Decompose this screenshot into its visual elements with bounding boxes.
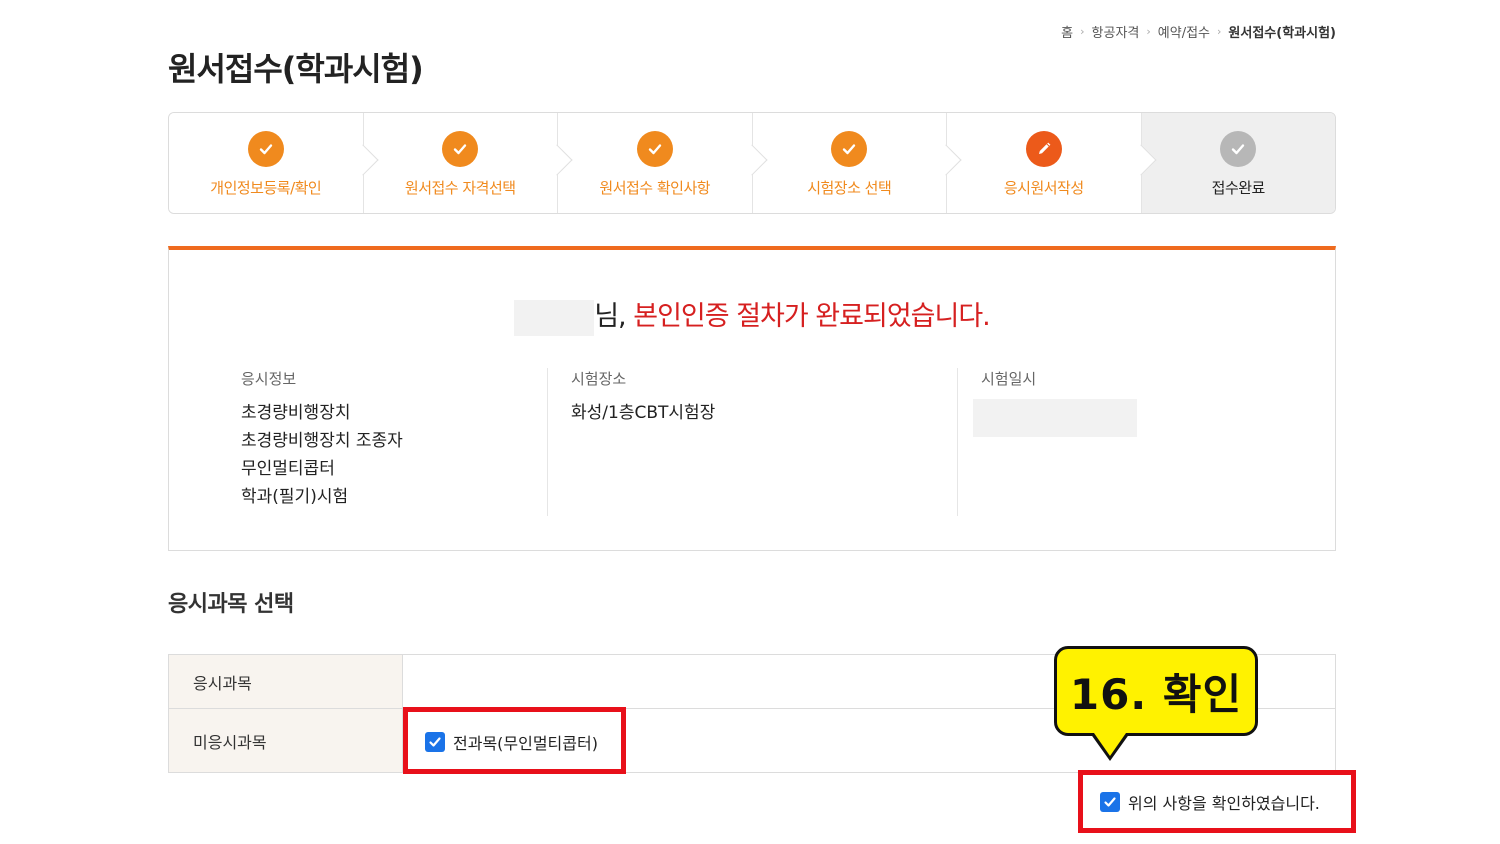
step-label: 시험장소 선택 [807,179,892,197]
masked-user-name [514,299,595,336]
pencil-icon [1025,131,1062,167]
check-icon [247,131,284,167]
exam-place-label: 시험장소 [571,370,627,388]
page-title: 원서접수(학과시험) [168,50,424,88]
check-icon [442,131,479,167]
breadcrumb-separator-icon: › [1146,25,1151,38]
breadcrumb-separator-icon: › [1217,25,1222,38]
subject-section-title: 응시과목 선택 [168,592,294,617]
exam-info-line: 초경량비행장치 조종자 [241,431,403,451]
highlight-agreement: 위의 사항을 확인하였습니다. [1078,770,1356,833]
check-icon [831,131,868,167]
check-icon [1220,131,1257,167]
not-taken-subject-option[interactable]: 전과목(무인멀티콥터) [425,730,598,754]
exam-place-value: 화성/1층CBT시험장 [571,403,716,423]
agreement-label: 위의 사항을 확인하였습니다. [1128,794,1320,813]
step-callout: 16. 확인 [1054,646,1258,736]
check-icon [636,131,673,167]
column-divider [547,368,548,516]
breadcrumb: 홈 › 항공자격 › 예약/접수 › 원서접수(학과시험) [1061,22,1336,41]
step-label: 원서접수 확인사항 [599,179,711,197]
exam-info-label: 응시정보 [241,370,297,388]
exam-info-line: 무인멀티콥터 [241,459,335,479]
exam-info-line: 초경량비행장치 [241,403,351,423]
breadcrumb-current: 원서접수(학과시험) [1228,26,1336,41]
name-suffix: 님, [594,301,626,332]
highlight-not-taken-subject: 전과목(무인멀티콥터) [403,707,626,774]
breadcrumb-reservation[interactable]: 예약/접수 [1158,22,1210,41]
step-label: 개인정보등록/확인 [210,179,322,197]
verification-complete-text: 본인인증 절차가 완료되었습니다. [633,301,991,332]
step-label: 응시원서작성 [1003,179,1084,197]
agreement-checkbox[interactable]: 위의 사항을 확인하였습니다. [1100,790,1320,814]
step-application-form: 응시원서작성 [946,113,1157,213]
step-label: 원서접수 자격선택 [404,179,516,197]
not-taken-row-label: 미응시과목 [168,708,403,773]
breadcrumb-aviation-qualification[interactable]: 항공자격 [1092,22,1140,41]
step-label: 접수완료 [1211,179,1266,197]
checkbox-checked-icon[interactable] [1100,792,1120,812]
callout-tail-fill [1094,733,1126,756]
checkbox-checked-icon[interactable] [425,732,445,752]
exam-info: 응시정보 초경량비행장치 초경량비행장치 조종자 무인멀티콥터 학과(필기)시험 [241,368,403,511]
breadcrumb-home[interactable]: 홈 [1061,22,1073,41]
subject-row-label: 응시과목 [168,654,403,709]
exam-info-line: 학과(필기)시험 [241,487,349,507]
column-divider [957,368,958,516]
step-personal-info: 개인정보등록/확인 [169,113,379,213]
breadcrumb-separator-icon: › [1080,25,1085,38]
step-exam-place: 시험장소 선택 [751,113,962,213]
step-qualification-select: 원서접수 자격선택 [362,113,573,213]
masked-exam-date [973,399,1137,437]
verification-message: 님, 본인인증 절차가 완료되었습니다. [169,294,1335,336]
exam-date-label: 시험일시 [981,370,1037,388]
not-taken-subject-label: 전과목(무인멀티콥터) [453,734,598,753]
exam-date: 시험일시 [973,368,1137,437]
step-complete: 접수완료 [1140,113,1335,213]
exam-place: 시험장소 화성/1층CBT시험장 [571,368,715,427]
step-progress: 개인정보등록/확인 원서접수 자격선택 원서접수 확인사항 시험장소 선택 응시… [168,112,1336,214]
step-confirmation-items: 원서접수 확인사항 [557,113,768,213]
verification-summary: 님, 본인인증 절차가 완료되었습니다. 응시정보 초경량비행장치 초경량비행장… [168,246,1336,551]
